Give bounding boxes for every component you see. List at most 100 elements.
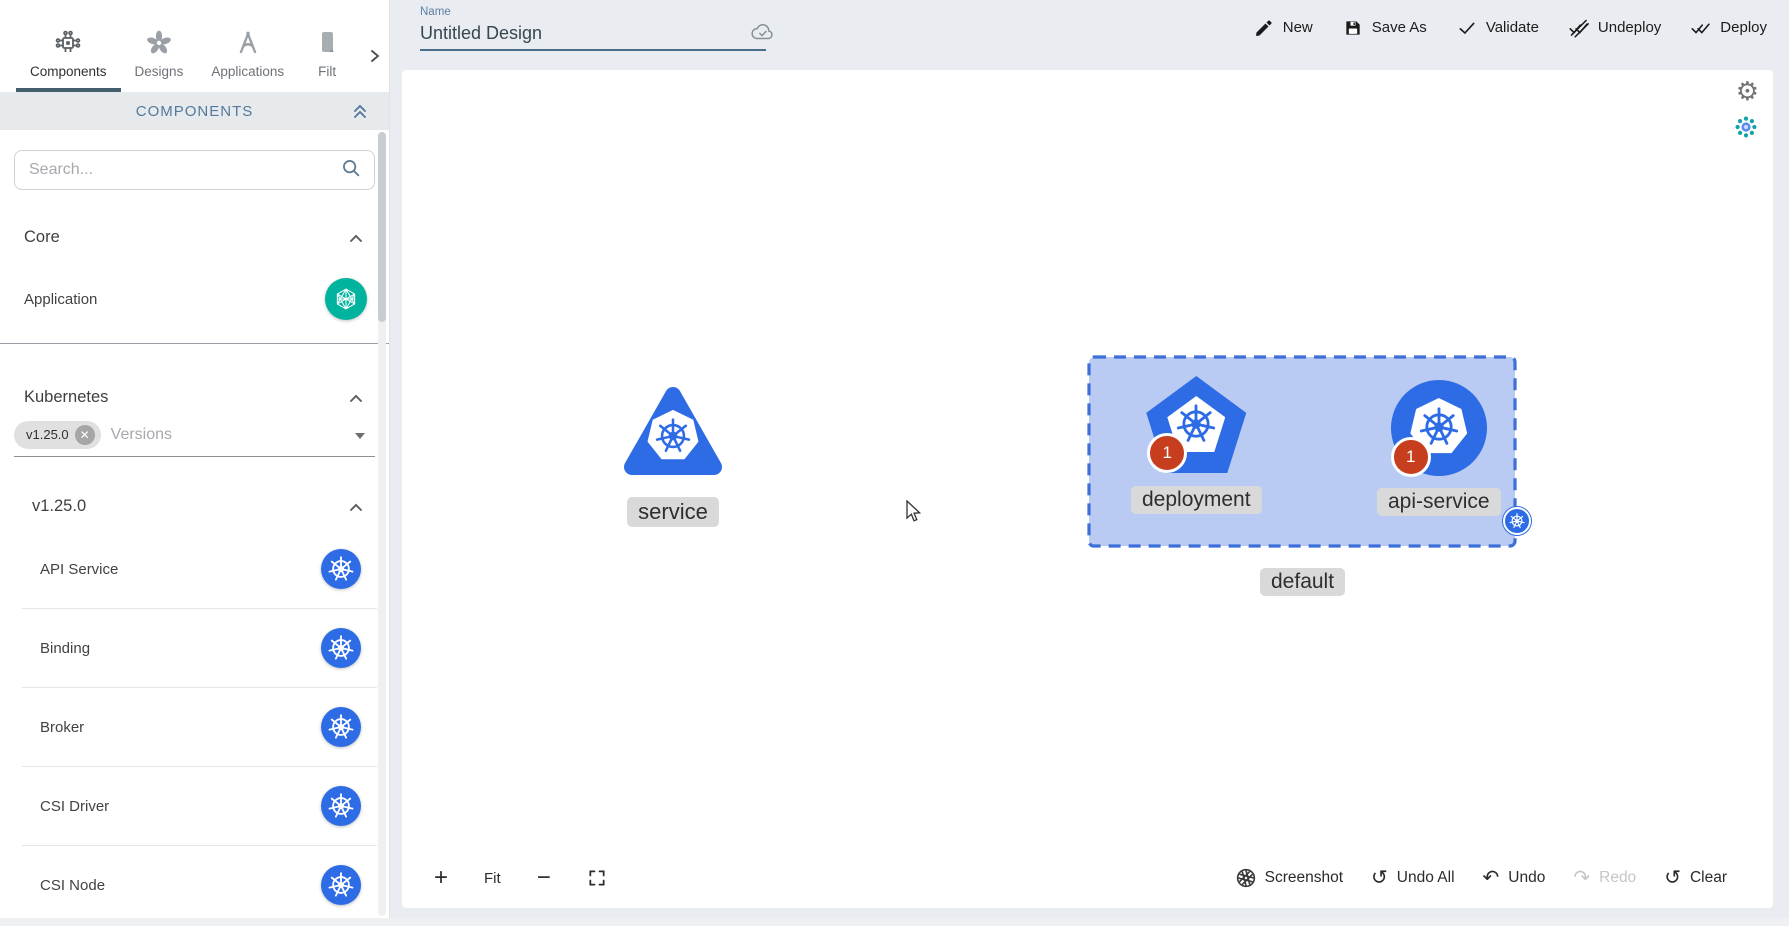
palette-item-binding[interactable]: Binding — [0, 609, 389, 687]
zoom-out-button[interactable]: − — [537, 866, 551, 890]
undeploy-button[interactable]: Undeploy — [1569, 18, 1661, 38]
search-input[interactable] — [27, 160, 340, 180]
sidebar-scrollbar[interactable] — [378, 132, 386, 916]
version-group-title: v1.25.0 — [32, 497, 86, 516]
palette-item-csi-node[interactable]: CSI Node — [0, 846, 389, 924]
tab-applications[interactable]: Applications — [197, 28, 298, 92]
replica-count-badge: 1 — [1147, 433, 1187, 473]
kubernetes-icon — [321, 865, 361, 905]
undeploy-button-label: Undeploy — [1598, 19, 1661, 36]
component-search-box — [14, 150, 375, 190]
tab-components-label: Components — [30, 64, 107, 79]
floppy-save-icon — [1343, 18, 1363, 38]
version-group-header[interactable]: v1.25.0 — [0, 497, 389, 516]
design-name-input[interactable] — [420, 20, 766, 49]
dropdown-caret-icon[interactable] — [355, 433, 365, 439]
design-header: Name New — [390, 0, 1789, 62]
undo-all-button[interactable]: ↺ Undo All — [1371, 868, 1455, 888]
screenshot-label: Screenshot — [1265, 869, 1343, 887]
canvas-settings-gear-icon[interactable]: ⚙ — [1736, 78, 1759, 104]
node-label: service — [627, 497, 719, 527]
tabs-overflow-chevron-right-icon[interactable] — [367, 48, 383, 64]
clear-button[interactable]: ↺ Clear — [1664, 868, 1727, 888]
window-bottom-scrollbar[interactable] — [0, 918, 1789, 926]
chevron-up-icon — [347, 231, 365, 245]
screenshot-button[interactable]: Screenshot — [1236, 868, 1343, 888]
tab-filters[interactable]: Filt — [298, 28, 356, 92]
palette-item-broker[interactable]: Broker — [0, 688, 389, 766]
new-button[interactable]: New — [1254, 18, 1313, 38]
tab-designs[interactable]: Designs — [121, 28, 198, 92]
chevron-up-icon — [347, 500, 365, 514]
undo-button[interactable]: ↶ Undo — [1483, 868, 1546, 888]
collapse-panel-double-chevron-icon[interactable] — [351, 102, 369, 120]
node-api-service[interactable]: 1 api-service — [1377, 380, 1501, 516]
save-as-button-label: Save As — [1372, 19, 1427, 36]
kubernetes-icon — [321, 549, 361, 589]
design-canvas[interactable]: ⚙ — [402, 70, 1773, 908]
kubernetes-cluster-chip-icon[interactable] — [1735, 116, 1757, 138]
applications-compass-icon — [233, 28, 263, 58]
palette-item-api-service[interactable]: API Service — [0, 530, 389, 608]
mouse-cursor — [905, 500, 927, 524]
kubernetes-icon — [321, 786, 361, 826]
kubernetes-section-header[interactable]: Kubernetes — [0, 388, 389, 407]
undo-all-label: Undo All — [1397, 869, 1455, 887]
deployment-pentagon-icon: 1 — [1144, 376, 1248, 476]
double-check-slash-icon — [1569, 18, 1589, 38]
rotate-left-icon: ↺ — [1664, 868, 1681, 888]
core-section-title: Core — [24, 228, 60, 247]
versions-placeholder: Versions — [111, 426, 172, 444]
validate-button[interactable]: Validate — [1457, 18, 1539, 38]
design-actions: New Save As — [1254, 0, 1767, 55]
palette-item-csi-driver[interactable]: CSI Driver — [0, 767, 389, 845]
chip-close-icon[interactable]: ✕ — [75, 425, 95, 445]
namespace-label: default — [1260, 568, 1345, 596]
zoom-in-button[interactable]: + — [434, 866, 448, 890]
panel-title-bar: COMPONENTS — [0, 92, 389, 130]
version-chip[interactable]: v1.25.0 ✕ — [14, 421, 101, 449]
group-namespace-default[interactable]: 1 deployment 1 api-service — [1087, 355, 1517, 548]
component-list: API Service Binding Broker CSI Driver — [0, 530, 389, 924]
save-as-button[interactable]: Save As — [1343, 18, 1427, 38]
group-kubernetes-badge-icon[interactable] — [1503, 507, 1531, 535]
design-name-field: Name — [420, 6, 766, 51]
version-chip-label: v1.25.0 — [26, 427, 69, 442]
kubernetes-icon — [321, 707, 361, 747]
tab-filters-label: Filt — [318, 64, 336, 79]
palette-item-application[interactable]: Application — [0, 261, 389, 337]
item-label: CSI Node — [40, 877, 105, 894]
application-item-label: Application — [24, 291, 97, 308]
node-label: api-service — [1377, 488, 1501, 516]
kubernetes-icon — [321, 628, 361, 668]
tab-designs-label: Designs — [135, 64, 184, 79]
search-icon[interactable] — [340, 157, 362, 184]
tab-applications-label: Applications — [211, 64, 284, 79]
deploy-button-label: Deploy — [1720, 19, 1767, 36]
node-service[interactable]: service — [622, 383, 724, 527]
name-field-label: Name — [420, 6, 766, 18]
deploy-button[interactable]: Deploy — [1691, 18, 1767, 38]
validate-button-label: Validate — [1486, 19, 1539, 36]
meshmap-design-page: Components Designs — [0, 0, 1789, 926]
scrollbar-thumb[interactable] — [378, 132, 386, 322]
tab-components[interactable]: Components — [16, 28, 121, 92]
redo-label: Redo — [1599, 869, 1636, 887]
fit-button[interactable]: Fit — [484, 870, 501, 887]
shutter-icon — [1236, 868, 1256, 888]
api-service-circle-icon: 1 — [1391, 380, 1487, 476]
core-section-header[interactable]: Core — [0, 228, 389, 247]
node-deployment[interactable]: 1 deployment — [1131, 376, 1262, 514]
rotate-left-icon: ↺ — [1371, 868, 1388, 888]
section-divider — [0, 343, 389, 344]
cloud-sync-icon[interactable] — [750, 22, 776, 42]
canvas-actionbar: Screenshot ↺ Undo All ↶ Undo ↷ Redo ↺ Cl… — [1236, 862, 1727, 894]
designs-pinwheel-icon — [144, 28, 174, 58]
fullscreen-icon[interactable] — [587, 868, 607, 888]
replica-count-badge: 1 — [1391, 437, 1431, 477]
meshery-application-icon — [325, 278, 367, 320]
zoom-controls: + Fit − — [434, 862, 607, 894]
kubernetes-versions-select[interactable]: v1.25.0 ✕ Versions — [14, 417, 375, 457]
redo-button[interactable]: ↷ Redo — [1573, 868, 1636, 888]
component-palette-sidebar: Components Designs — [0, 0, 390, 926]
